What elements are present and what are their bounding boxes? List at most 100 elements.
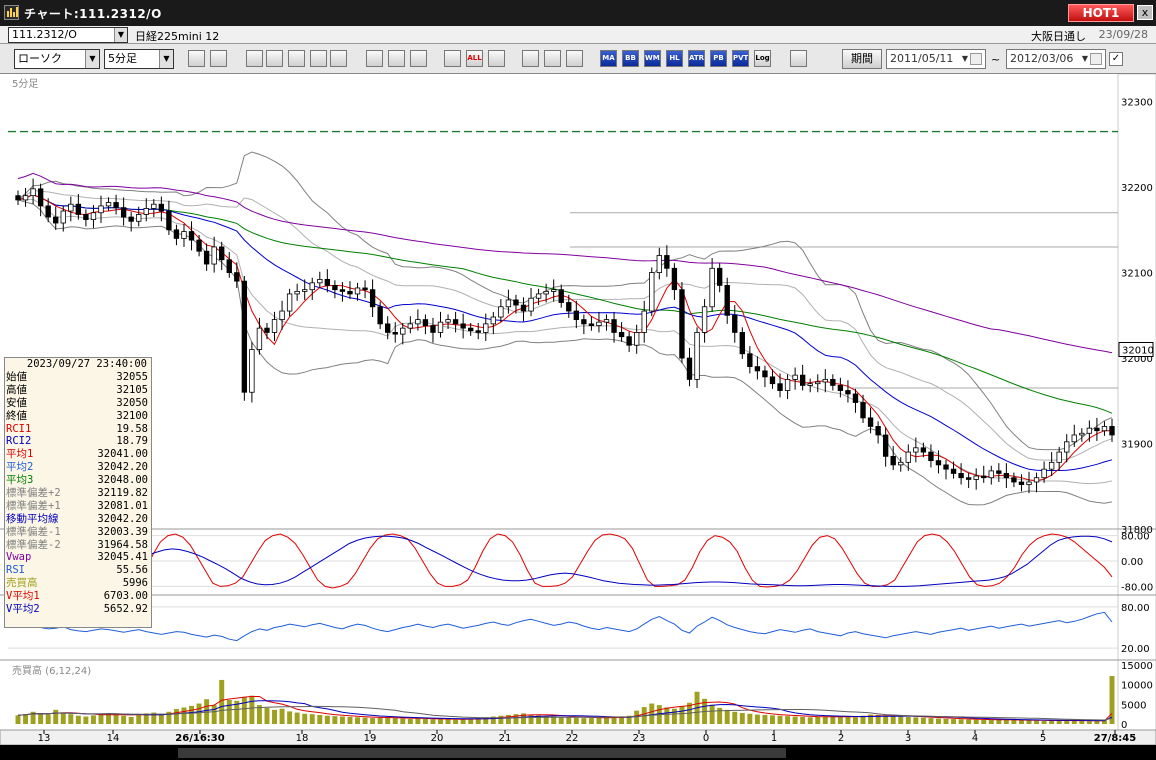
current-price-label: 32010 <box>1122 346 1154 357</box>
data-window-value: 32041.00 <box>97 448 148 461</box>
toolbar-button-18[interactable]: BB <box>622 50 639 67</box>
toolbar-button-3[interactable] <box>246 50 263 67</box>
candle-body <box>777 383 783 391</box>
candle-body <box>822 379 828 383</box>
toolbar-button-8[interactable] <box>366 50 383 67</box>
volume-bar <box>996 719 1002 724</box>
candle-body <box>332 285 338 291</box>
toolbar-button-1[interactable] <box>188 50 205 67</box>
x-tick-label: 21 <box>499 733 512 744</box>
toolbar-button-22[interactable]: PB <box>710 50 727 67</box>
toolbar-button-11[interactable] <box>444 50 461 67</box>
x-tick-label: 1 <box>771 733 777 744</box>
candle-body <box>158 203 165 212</box>
scrollbar-thumb[interactable] <box>178 748 786 758</box>
volume-bar <box>45 714 51 724</box>
volume-bar <box>445 719 451 724</box>
candle-body <box>566 302 572 312</box>
candle-body <box>83 214 89 220</box>
volume-bar <box>739 712 745 724</box>
toolbar-button-14[interactable] <box>522 50 539 67</box>
data-window-value: 31964.58 <box>97 538 148 551</box>
volume-bar <box>415 718 421 724</box>
toolbar-button-16[interactable] <box>566 50 583 67</box>
data-window-value: 32055 <box>116 371 148 383</box>
bottom-scrollbar[interactable] <box>0 745 1156 760</box>
data-window-label: RSI <box>6 564 25 577</box>
toolbar-button-12[interactable]: ALL <box>466 50 483 67</box>
toolbar-button-7[interactable] <box>330 50 347 67</box>
period-button[interactable]: 期間 <box>842 49 882 69</box>
volume-bar <box>279 708 285 724</box>
volume-bar <box>438 719 443 724</box>
volume-bar <box>709 704 715 724</box>
data-window-value: 32045.41 <box>97 551 148 564</box>
volume-tick-label: 0 <box>1121 720 1127 731</box>
candle-body <box>807 383 813 386</box>
chevron-down-icon[interactable]: ▼ <box>114 28 127 42</box>
x-tick-label: 3 <box>905 733 911 744</box>
volume-bar <box>966 719 972 724</box>
hot-button[interactable]: HOT1 <box>1068 4 1134 22</box>
candle-body <box>799 374 806 386</box>
chevron-down-icon[interactable]: ▼ <box>962 50 968 68</box>
toolbar-button-6[interactable] <box>310 50 327 67</box>
volume-bar <box>136 714 142 724</box>
volume-bar <box>211 705 217 724</box>
date-to-field[interactable]: 2012/03/06 ▼ <box>1006 49 1106 69</box>
toolbar-button-2[interactable] <box>210 50 227 67</box>
data-window-value: 32105 <box>116 383 148 396</box>
period-checkbox[interactable]: ✓ <box>1109 52 1123 66</box>
toolbar-button-21[interactable]: ATR <box>688 50 705 67</box>
toolbar-button-10[interactable] <box>410 50 427 67</box>
candle-body <box>143 208 149 215</box>
volume-bar <box>815 716 821 724</box>
volume-bar <box>573 717 579 724</box>
toolbar-button-17[interactable]: MA <box>600 50 617 67</box>
candle-body <box>1048 461 1055 470</box>
toolbar-button-13[interactable] <box>488 50 505 67</box>
volume-bar <box>905 716 911 724</box>
toolbar-button-24[interactable]: Log <box>754 50 771 67</box>
close-button[interactable]: x <box>1137 5 1153 20</box>
volume-bar <box>121 715 127 724</box>
candle-body <box>935 460 942 466</box>
candle-body <box>452 319 459 325</box>
candle-body <box>641 310 647 333</box>
volume-bar <box>60 712 66 724</box>
y-axis-area <box>1117 74 1156 731</box>
symbol-combo[interactable]: 111.2312/O ▼ <box>8 27 128 43</box>
toolbar-button-9[interactable] <box>388 50 405 67</box>
calendar-icon[interactable] <box>970 53 982 65</box>
candle-body <box>1071 434 1077 443</box>
data-window-value: 18.79 <box>116 435 148 448</box>
data-window-value: 32042.20 <box>97 461 148 474</box>
chevron-down-icon[interactable]: ▼ <box>1082 50 1088 68</box>
volume-bar <box>294 712 300 724</box>
interval-select[interactable]: 5分足 ▼ <box>104 49 174 69</box>
volume-bar <box>158 714 164 724</box>
toolbar-button-15[interactable] <box>544 50 561 67</box>
candle-body <box>264 327 270 333</box>
chevron-down-icon[interactable]: ▼ <box>159 50 173 68</box>
candle-body <box>618 332 625 338</box>
x-tick-label: 5 <box>1040 733 1046 744</box>
toolbar-button-4[interactable] <box>266 50 283 67</box>
candle-body <box>867 417 874 427</box>
candle-body <box>256 327 263 350</box>
date-from-field[interactable]: 2011/05/11 ▼ <box>886 49 986 69</box>
candle-body <box>128 216 134 222</box>
toolbar-button-19[interactable]: WMA <box>644 50 661 67</box>
toolbar-button-25[interactable] <box>790 50 807 67</box>
volume-bar <box>558 716 564 724</box>
candle-body <box>890 455 896 466</box>
toolbar-button-23[interactable]: PVT <box>732 50 749 67</box>
price-chart[interactable]: 3230032200321003200031900318005分足3201080… <box>0 74 1156 745</box>
candle-body <box>988 470 994 479</box>
volume-bar <box>241 697 247 724</box>
chart-type-select[interactable]: ローソク ▼ <box>14 49 100 69</box>
calendar-icon[interactable] <box>1090 53 1102 65</box>
toolbar-button-5[interactable] <box>288 50 305 67</box>
chevron-down-icon[interactable]: ▼ <box>85 50 99 68</box>
toolbar-button-20[interactable]: HL <box>666 50 683 67</box>
